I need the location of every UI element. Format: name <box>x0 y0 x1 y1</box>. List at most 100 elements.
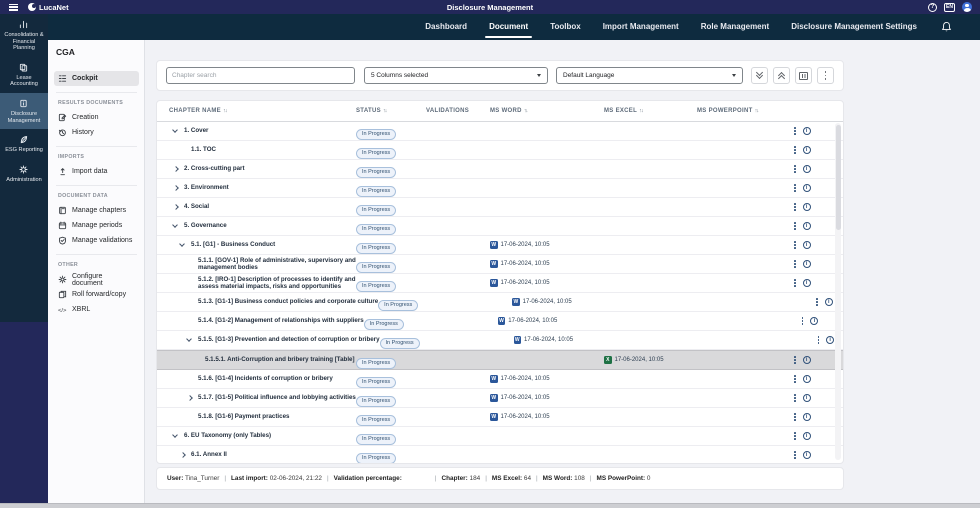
chevron-right-icon[interactable] <box>173 186 184 190</box>
table-row[interactable]: 4. SocialIn Progressi <box>157 198 843 217</box>
rail-item-disclosure-management[interactable]: Disclosure Management <box>0 93 48 129</box>
info-icon[interactable]: i <box>803 279 811 287</box>
ms-word-date[interactable]: 17-06-2024, 10:05 <box>501 376 550 382</box>
sidebar-item-import-data[interactable]: Import data <box>54 164 139 179</box>
sidebar-item-cockpit[interactable]: Cockpit <box>54 71 139 86</box>
info-icon[interactable]: i <box>803 203 811 211</box>
columns-select[interactable]: 5 Columns selected <box>364 67 548 84</box>
row-menu-icon[interactable] <box>792 220 798 231</box>
row-menu-icon[interactable] <box>792 449 798 460</box>
info-icon[interactable]: i <box>825 298 833 306</box>
column-header-status[interactable]: STATUS↑↓ <box>356 108 426 114</box>
info-icon[interactable]: i <box>803 146 811 154</box>
tab-disclosure-management-settings[interactable]: Disclosure Management Settings <box>791 14 917 40</box>
collapse-all-button[interactable] <box>773 67 790 84</box>
row-menu-icon[interactable] <box>792 239 798 250</box>
table-row[interactable]: 5.1.8. [G1-6] Payment practicesIn Progre… <box>157 408 843 427</box>
info-icon[interactable]: i <box>803 127 811 135</box>
sidebar-item-history[interactable]: History <box>54 125 139 140</box>
help-icon[interactable]: ? <box>928 3 937 12</box>
chevron-right-icon[interactable] <box>180 453 191 457</box>
chevron-down-icon[interactable] <box>187 339 198 341</box>
chevron-right-icon[interactable] <box>173 205 184 209</box>
row-menu-icon[interactable] <box>792 182 798 193</box>
ms-word-date[interactable]: 17-06-2024, 10:05 <box>501 242 550 248</box>
column-settings-button[interactable] <box>795 67 812 84</box>
tab-import-management[interactable]: Import Management <box>603 14 679 40</box>
table-scrollbar[interactable] <box>835 123 841 460</box>
notifications-bell-icon[interactable] <box>941 21 952 33</box>
ms-excel-date[interactable]: 17-06-2024, 10:05 <box>615 357 664 363</box>
info-icon[interactable]: i <box>803 375 811 383</box>
sort-icon[interactable]: ↑↓ <box>755 108 759 114</box>
info-icon[interactable]: i <box>803 432 811 440</box>
chevron-down-icon[interactable] <box>173 130 184 132</box>
chevron-down-icon[interactable] <box>180 244 191 246</box>
info-icon[interactable]: i <box>810 317 818 325</box>
ms-word-date[interactable]: 17-06-2024, 10:05 <box>501 261 550 267</box>
rail-item-administration[interactable]: Administration <box>0 159 48 189</box>
row-menu-icon[interactable] <box>792 144 798 155</box>
info-icon[interactable]: i <box>803 394 811 402</box>
column-header-ms-excel[interactable]: MS EXCEL↑↓ <box>604 108 697 114</box>
chevron-right-icon[interactable] <box>173 167 184 171</box>
row-menu-icon[interactable] <box>792 392 798 403</box>
language-icon[interactable]: EN <box>944 3 955 12</box>
chevron-down-icon[interactable] <box>173 435 184 437</box>
table-row[interactable]: 6.1. Annex IIIn Progressi <box>157 446 843 464</box>
ms-word-date[interactable]: 17-06-2024, 10:05 <box>501 280 550 286</box>
info-icon[interactable]: i <box>803 165 811 173</box>
row-menu-icon[interactable] <box>816 334 822 345</box>
table-row[interactable]: 5.1. [G1] - Business ConductIn ProgressW… <box>157 236 843 255</box>
sort-icon[interactable]: ↑↓ <box>383 108 387 114</box>
sidebar-item-xbrl[interactable]: </>XBRL <box>54 302 139 317</box>
sidebar-item-configure-document[interactable]: Configure document <box>54 272 139 287</box>
rail-item-esg-reporting[interactable]: ESG Reporting <box>0 129 48 159</box>
sidebar-item-manage-chapters[interactable]: Manage chapters <box>54 203 139 218</box>
column-header-ms-powerpoint[interactable]: MS POWERPOINT↑↓ <box>697 108 792 114</box>
ms-word-date[interactable]: 17-06-2024, 10:05 <box>501 395 550 401</box>
table-row[interactable]: 5.1.3. [G1-1] Business conduct policies … <box>157 293 843 312</box>
info-icon[interactable]: i <box>803 413 811 421</box>
user-avatar[interactable] <box>962 2 972 12</box>
tab-toolbox[interactable]: Toolbox <box>550 14 581 40</box>
info-icon[interactable]: i <box>803 451 811 459</box>
tab-document[interactable]: Document <box>489 14 528 40</box>
table-row[interactable]: 5. GovernanceIn Progressi <box>157 217 843 236</box>
table-row[interactable]: 5.1.7. [G1-5] Political influence and lo… <box>157 389 843 408</box>
table-row[interactable]: 6. EU Taxonomy (only Tables)In Progressi <box>157 427 843 446</box>
table-row[interactable]: 2. Cross-cutting partIn Progressi <box>157 160 843 179</box>
expand-all-button[interactable] <box>751 67 768 84</box>
chevron-right-icon[interactable] <box>187 396 198 400</box>
chevron-down-icon[interactable] <box>173 225 184 227</box>
table-row[interactable]: 5.1.1. [GOV-1] Role of administrative, s… <box>157 255 843 274</box>
ms-word-date[interactable]: 17-06-2024, 10:05 <box>508 318 557 324</box>
sort-icon[interactable]: ↑↓ <box>639 108 643 114</box>
row-menu-icon[interactable] <box>800 315 806 326</box>
table-row[interactable]: 1.1. TOCIn Progressi <box>157 141 843 160</box>
more-options-button[interactable] <box>817 67 834 84</box>
rail-item-lease-accounting[interactable]: Lease Accounting <box>0 57 48 93</box>
table-row[interactable]: 5.1.5. [G1-3] Prevention and detection o… <box>157 331 843 350</box>
table-row[interactable]: 5.1.4. [G1-2] Management of relationship… <box>157 312 843 331</box>
row-menu-icon[interactable] <box>792 125 798 136</box>
table-row[interactable]: 5.1.6. [G1-4] Incidents of corruption or… <box>157 370 843 389</box>
tab-role-management[interactable]: Role Management <box>701 14 769 40</box>
sort-icon[interactable]: ↑↓ <box>524 108 528 114</box>
column-header-ms-word[interactable]: MS WORD↑↓ <box>490 108 604 114</box>
sidebar-item-manage-periods[interactable]: Manage periods <box>54 218 139 233</box>
row-menu-icon[interactable] <box>792 201 798 212</box>
column-header-chapter-name[interactable]: CHAPTER NAME↑↓ <box>157 108 356 114</box>
table-row[interactable]: 5.1.2. [IRO-1] Description of processes … <box>157 274 843 293</box>
sort-icon[interactable]: ↑↓ <box>223 108 227 114</box>
sidebar-item-roll-forward-copy[interactable]: Roll forward/copy <box>54 287 139 302</box>
info-icon[interactable]: i <box>826 336 834 344</box>
row-menu-icon[interactable] <box>792 411 798 422</box>
rail-item-consolidation-financial-planning[interactable]: Consolidation & Financial Planning <box>0 14 48 57</box>
row-menu-icon[interactable] <box>792 354 798 365</box>
row-menu-icon[interactable] <box>814 296 820 307</box>
ms-word-date[interactable]: 17-06-2024, 10:05 <box>524 337 573 343</box>
sidebar-item-manage-validations[interactable]: Manage validations <box>54 233 139 248</box>
tab-dashboard[interactable]: Dashboard <box>425 14 467 40</box>
chapter-search-input[interactable] <box>166 67 355 84</box>
